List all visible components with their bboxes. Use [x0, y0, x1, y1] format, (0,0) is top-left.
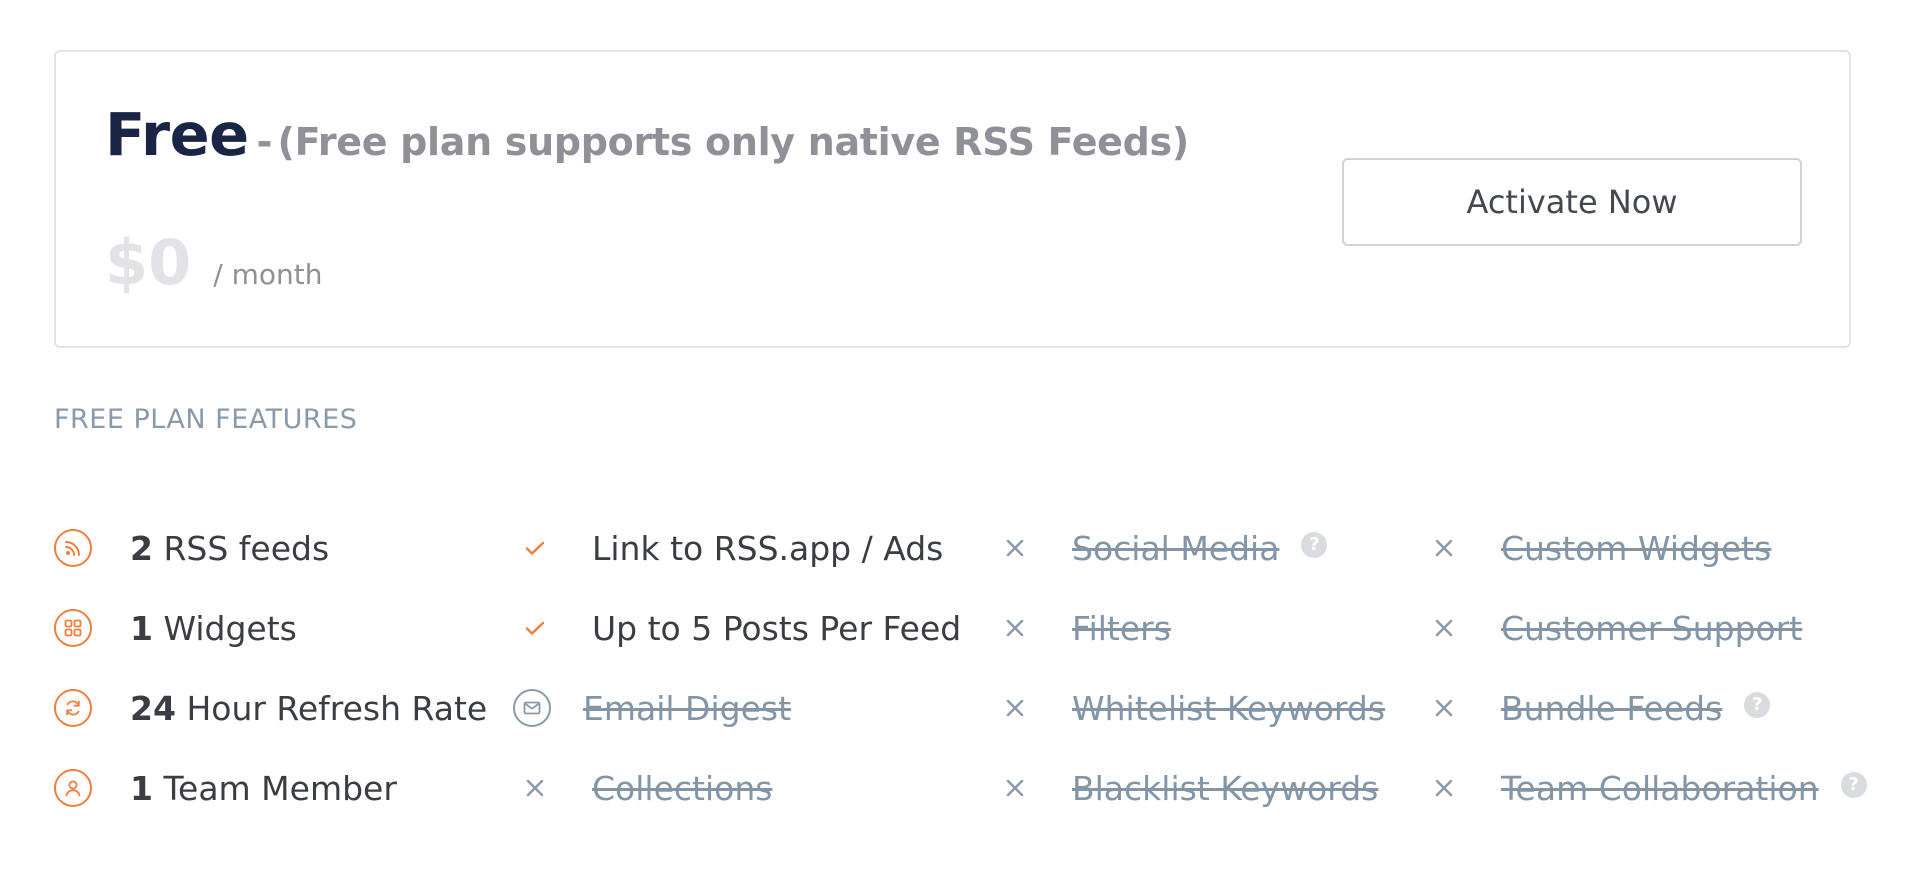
- x-icon: [1427, 531, 1461, 565]
- widgets-icon: [54, 609, 92, 647]
- x-icon: [1427, 691, 1461, 725]
- user-icon: [54, 769, 92, 807]
- feature-link-to-rss-app: Link to RSS.app / Ads: [518, 523, 943, 573]
- help-icon[interactable]: ?: [1301, 532, 1328, 558]
- limit-label: RSS feeds: [163, 528, 330, 568]
- feature-filters: Filters: [998, 603, 1171, 653]
- feature-label: Up to 5 Posts Per Feed: [592, 608, 962, 648]
- feature-email-digest: Email Digest: [513, 683, 791, 733]
- feature-label: Email Digest: [583, 688, 792, 728]
- limit-count: 24: [130, 688, 176, 728]
- plan-separator: -: [256, 120, 273, 164]
- x-icon: [998, 611, 1032, 645]
- feature-label: Team Collaboration: [1501, 768, 1819, 808]
- feature-blacklist-keywords: Blacklist Keywords: [998, 763, 1378, 813]
- feature-label: Whitelist Keywords: [1072, 688, 1386, 728]
- plan-description: (Free plan supports only native RSS Feed…: [277, 120, 1190, 164]
- feature-label: Customer Support: [1501, 608, 1803, 648]
- feature-label: Filters: [1072, 608, 1171, 648]
- plan-name: Free: [105, 100, 249, 169]
- x-icon: [998, 531, 1032, 565]
- limit-label: Widgets: [163, 608, 297, 648]
- feature-customer-support: Customer Support: [1427, 603, 1802, 653]
- mail-icon: [513, 689, 551, 727]
- limit-count: 1: [130, 768, 153, 808]
- x-icon: [998, 771, 1032, 805]
- feature-label: Custom Widgets: [1501, 528, 1772, 568]
- check-icon: [518, 611, 552, 645]
- limit-team-member: 1 Team Member: [54, 763, 397, 813]
- limit-widgets: 1 Widgets: [54, 603, 297, 653]
- limit-label: Hour Refresh Rate: [186, 688, 488, 728]
- price-period: / month: [213, 258, 323, 291]
- refresh-icon: [54, 689, 92, 727]
- limit-label: Team Member: [163, 768, 397, 808]
- rss-icon: [54, 529, 92, 567]
- feature-whitelist-keywords: Whitelist Keywords: [998, 683, 1385, 733]
- feature-social-media: Social Media ?: [998, 523, 1328, 573]
- limit-count: 2: [130, 528, 153, 568]
- plan-price: $0: [105, 226, 192, 299]
- feature-label: Bundle Feeds: [1501, 688, 1723, 728]
- feature-label: Blacklist Keywords: [1072, 768, 1379, 808]
- check-icon: [518, 531, 552, 565]
- feature-label: Link to RSS.app / Ads: [592, 528, 944, 568]
- x-icon: [998, 691, 1032, 725]
- feature-posts-per-feed: Up to 5 Posts Per Feed: [518, 603, 961, 653]
- feature-custom-widgets: Custom Widgets: [1427, 523, 1771, 573]
- help-icon[interactable]: ?: [1840, 772, 1867, 798]
- feature-label: Collections: [592, 768, 773, 808]
- x-icon: [1427, 611, 1461, 645]
- limit-refresh-rate: 24 Hour Refresh Rate: [54, 683, 487, 733]
- feature-team-collaboration: Team Collaboration ?: [1427, 763, 1867, 813]
- limit-rss-feeds: 2 RSS feeds: [54, 523, 329, 573]
- feature-bundle-feeds: Bundle Feeds ?: [1427, 683, 1771, 733]
- price-row: $0 / month: [105, 226, 323, 299]
- feature-label: Social Media: [1072, 528, 1280, 568]
- plan-title: Free - (Free plan supports only native RS…: [105, 100, 1189, 169]
- limit-count: 1: [130, 608, 153, 648]
- x-icon: [518, 771, 552, 805]
- plan-card: Free - (Free plan supports only native RS…: [54, 50, 1851, 348]
- features-heading: FREE PLAN FEATURES: [54, 404, 358, 435]
- activate-now-button[interactable]: Activate Now: [1342, 158, 1802, 246]
- feature-collections: Collections: [518, 763, 772, 813]
- x-icon: [1427, 771, 1461, 805]
- help-icon[interactable]: ?: [1744, 692, 1771, 718]
